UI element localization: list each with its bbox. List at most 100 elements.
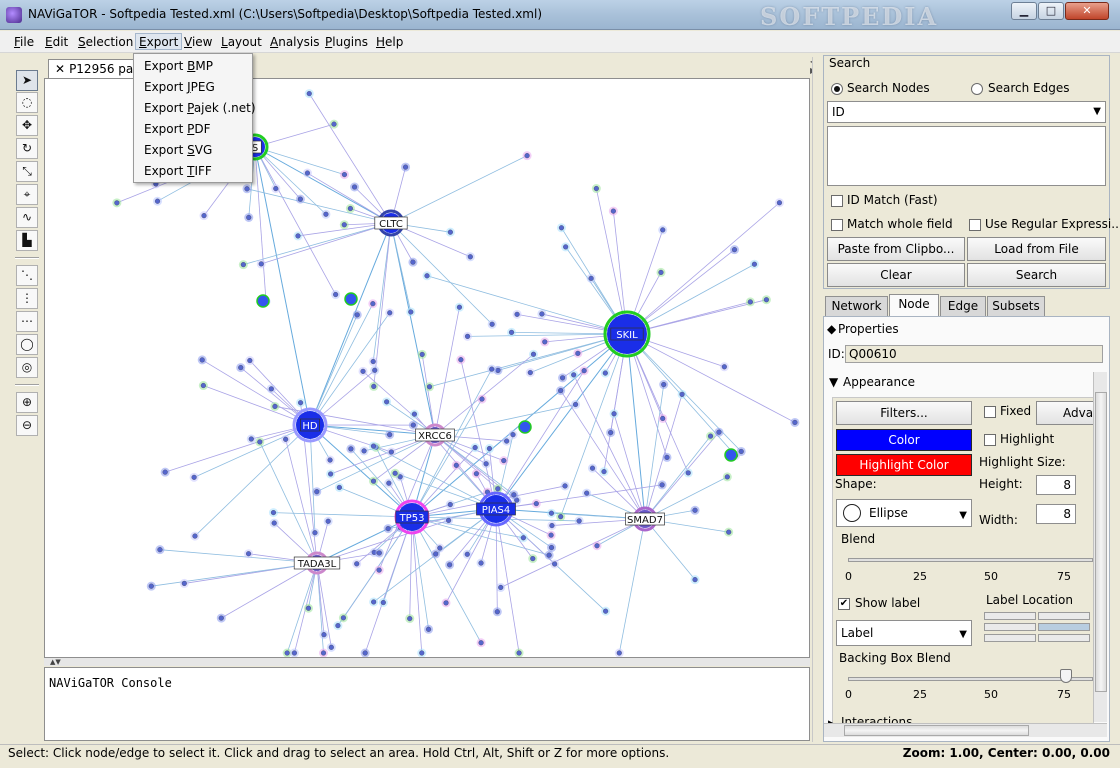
network-node[interactable]	[558, 388, 564, 394]
network-edge[interactable]	[460, 359, 497, 510]
network-node[interactable]	[456, 304, 462, 310]
network-edge[interactable]	[411, 516, 423, 654]
menu-plugins[interactable]: Plugins	[322, 34, 371, 51]
network-edge[interactable]	[434, 353, 534, 436]
export-bmp-item[interactable]: Export BMP	[144, 56, 213, 76]
appearance-collapse-icon[interactable]: ▼	[829, 375, 838, 389]
network-edge[interactable]	[254, 146, 267, 302]
network-node[interactable]	[542, 339, 548, 345]
network-edge[interactable]	[495, 484, 663, 510]
network-node[interactable]	[498, 584, 504, 591]
label-location-cell[interactable]	[984, 623, 1036, 631]
network-node[interactable]	[659, 482, 665, 488]
network-node[interactable]	[258, 261, 264, 267]
network-node[interactable]	[386, 480, 392, 486]
network-node[interactable]	[433, 551, 439, 557]
label-combo[interactable]: Label ▼	[836, 620, 972, 646]
network-node[interactable]	[685, 470, 691, 476]
search-button[interactable]: Search	[967, 263, 1106, 287]
network-node[interactable]	[305, 605, 312, 611]
label-location-cell[interactable]	[1038, 612, 1090, 620]
network-node[interactable]	[344, 292, 358, 306]
network-node[interactable]	[516, 650, 522, 656]
menu-view[interactable]: View	[181, 34, 215, 51]
network-node[interactable]	[387, 310, 393, 316]
network-node[interactable]	[495, 486, 501, 492]
network-node[interactable]	[724, 474, 730, 480]
network-node[interactable]	[660, 227, 666, 233]
network-node[interactable]	[571, 372, 577, 378]
network-node[interactable]	[458, 357, 464, 363]
network-node[interactable]	[325, 518, 331, 524]
network-node[interactable]	[738, 448, 744, 455]
network-node[interactable]	[191, 474, 197, 480]
network-edge[interactable]	[285, 439, 318, 564]
network-node[interactable]	[244, 186, 250, 192]
network-node[interactable]	[721, 364, 727, 370]
network-node[interactable]	[298, 400, 304, 406]
match-whole-checkbox[interactable]	[831, 219, 843, 231]
network-node[interactable]	[603, 608, 609, 614]
label-location-cell[interactable]	[1038, 634, 1090, 642]
network-node[interactable]	[361, 448, 367, 454]
network-node[interactable]	[157, 547, 163, 553]
network-node[interactable]	[514, 311, 520, 317]
network-edge[interactable]	[560, 390, 646, 520]
filters-button[interactable]: Filters...	[836, 401, 972, 425]
network-edge[interactable]	[259, 441, 318, 564]
network-node[interactable]	[548, 545, 555, 551]
horizontal-layout-icon[interactable]: ⋯	[16, 311, 38, 332]
network-node[interactable]	[530, 556, 536, 562]
network-node[interactable]	[371, 383, 377, 389]
network-node[interactable]	[295, 233, 301, 239]
network-node[interactable]	[354, 312, 360, 318]
network-node[interactable]	[447, 502, 453, 508]
zoom-in-icon[interactable]: ⊕	[16, 392, 38, 413]
highlight-color-button[interactable]: Highlight Color	[836, 454, 972, 476]
network-node[interactable]	[419, 650, 425, 656]
menu-export[interactable]: Export	[135, 33, 183, 50]
network-edge[interactable]	[421, 354, 436, 436]
network-node[interactable]	[731, 247, 738, 253]
network-node[interactable]	[524, 153, 530, 159]
network-edge[interactable]	[626, 333, 796, 423]
menu-edit[interactable]: Edit	[42, 34, 71, 51]
network-node[interactable]	[558, 514, 564, 520]
export-pdf-item[interactable]: Export PDF	[144, 119, 211, 139]
zoom-region-tool-icon[interactable]: ⌖	[16, 184, 38, 205]
network-node[interactable]	[297, 196, 303, 202]
network-edge[interactable]	[254, 146, 345, 175]
network-node[interactable]	[584, 490, 590, 496]
network-node[interactable]	[360, 368, 366, 374]
network-node[interactable]	[321, 632, 327, 638]
network-node[interactable]	[478, 640, 484, 646]
network-node[interactable]	[148, 583, 154, 589]
network-node[interactable]	[589, 465, 596, 471]
graph-tab[interactable]: ✕ P12956 parti	[48, 59, 138, 80]
network-node[interactable]	[380, 599, 386, 606]
menu-selection[interactable]: Selection	[75, 34, 136, 51]
highlight-checkbox[interactable]	[984, 434, 996, 446]
network-node[interactable]	[692, 577, 698, 583]
network-edge[interactable]	[308, 93, 392, 224]
network-edge[interactable]	[261, 222, 392, 265]
network-node[interactable]	[370, 443, 377, 449]
network-node[interactable]	[510, 432, 516, 438]
network-node[interactable]	[511, 492, 517, 498]
color-button[interactable]: Color	[836, 429, 972, 451]
network-node[interactable]	[271, 520, 277, 526]
network-node[interactable]	[314, 489, 320, 495]
network-node[interactable]	[446, 517, 452, 523]
network-node[interactable]	[447, 562, 453, 568]
export-jpeg-item[interactable]: Export JPEG	[144, 77, 215, 97]
network-node[interactable]	[192, 533, 198, 539]
network-edge[interactable]	[644, 431, 720, 520]
network-edge[interactable]	[193, 424, 311, 478]
scroll-thumb[interactable]	[1095, 392, 1107, 692]
properties-vertical-scrollbar[interactable]	[1093, 372, 1107, 722]
diagonal-layout-icon[interactable]: ⋱	[16, 265, 38, 286]
use-regex-checkbox[interactable]	[969, 219, 981, 231]
shape-combo[interactable]: Ellipse ▼	[836, 499, 972, 527]
network-node[interactable]	[410, 259, 416, 265]
menu-layout[interactable]: Layout	[218, 34, 265, 51]
